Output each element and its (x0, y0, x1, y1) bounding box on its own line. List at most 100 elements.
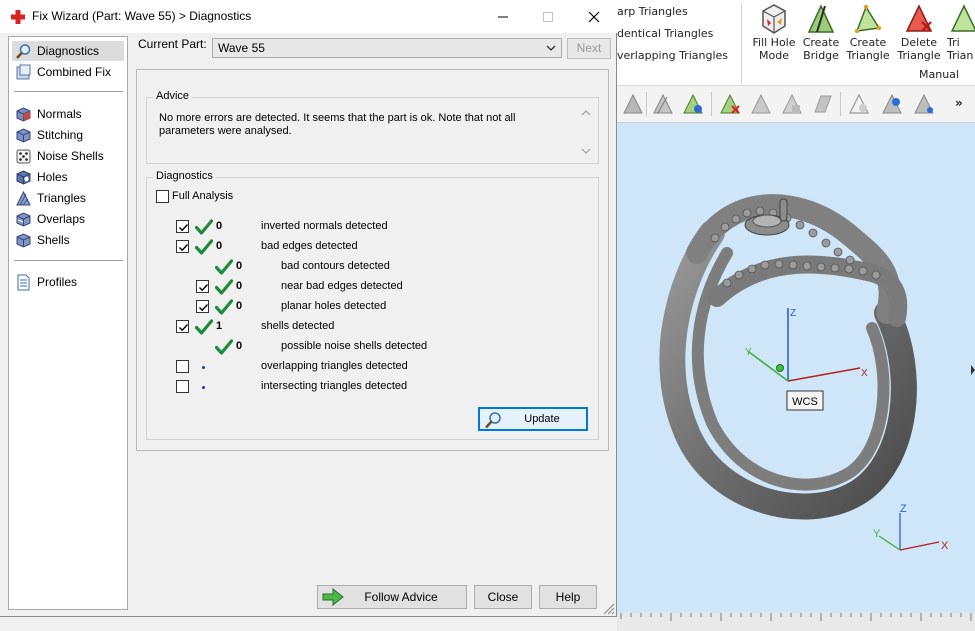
model-axis-x-label: X (861, 368, 868, 379)
triangle-tool-icon[interactable] (880, 92, 904, 116)
shells-checkbox[interactable] (176, 320, 189, 333)
full-analysis-checkbox[interactable] (156, 190, 169, 203)
fill-hole-mode-button[interactable]: Fill Hole Mode (749, 2, 799, 66)
close-window-button[interactable] (571, 0, 617, 33)
resize-grip-icon[interactable] (601, 601, 615, 615)
advice-scrollbar[interactable] (580, 108, 592, 156)
create-triangle-label2: Triangle (846, 49, 890, 62)
noise-shells-count: 0 (236, 340, 243, 352)
triangle-tool-icon[interactable] (651, 92, 675, 116)
advice-group-title: Advice (153, 90, 193, 102)
nav-item-holes[interactable]: Holes (12, 167, 124, 187)
nav-item-noise-shells[interactable]: Noise Shells (12, 146, 124, 166)
triangle-tool-icon[interactable] (749, 92, 773, 116)
nav-label: Shells (37, 233, 70, 247)
noise-shells-label: possible noise shells detected (281, 340, 428, 352)
create-triangle-button[interactable]: Create Triangle (843, 2, 893, 66)
overlapping-triangles-checkbox[interactable] (176, 360, 189, 373)
nav-label: Holes (37, 170, 68, 184)
triangle-tool-icon[interactable] (811, 92, 835, 116)
overlapping-triangles-label: overlapping triangles detected (261, 360, 408, 372)
bad-edges-checkbox[interactable] (176, 240, 189, 253)
title-bar[interactable]: Fix Wizard (Part: Wave 55) > Diagnostics (0, 0, 617, 33)
close-button[interactable]: Close (474, 585, 532, 609)
close-icon (588, 11, 600, 22)
toolbar-overflow-button[interactable]: » (955, 96, 963, 110)
ribbon-command-list: arp Triangles dentical Triangles verlapp… (617, 0, 742, 86)
cube-icon (16, 127, 31, 143)
checkmark-icon (179, 324, 189, 332)
toolbar-separator (840, 92, 841, 116)
triangle-tool-button[interactable]: Tri Trian (947, 2, 975, 66)
update-button[interactable]: Update (478, 407, 588, 431)
current-part-label: Current Part: (138, 37, 207, 51)
delete-triangle-icon (905, 4, 933, 32)
create-triangle-icon (854, 4, 882, 34)
bad-contours-label: bad contours detected (281, 260, 390, 272)
nav-item-triangles[interactable]: Triangles (12, 188, 124, 208)
checkmark-icon (199, 284, 209, 292)
green-check-icon (195, 219, 213, 235)
advice-group: Advice No more errors are detected. It s… (146, 90, 599, 164)
triangle-tool-icon[interactable] (780, 92, 804, 116)
cube-icon (16, 232, 31, 248)
shells-label: shells detected (261, 320, 335, 332)
current-part-select[interactable]: Wave 55 (212, 38, 562, 58)
ribbon-item-identical-triangles[interactable]: dentical Triangles (617, 25, 713, 43)
wcs-label: WCS (792, 396, 818, 408)
nav-item-overlaps[interactable]: Overlaps (12, 209, 124, 229)
triangle-icon (16, 190, 31, 205)
planar-holes-count: 0 (236, 300, 243, 312)
triangle-tool-icon (950, 4, 975, 32)
ribbon-item-sharp-triangles[interactable]: arp Triangles (617, 3, 688, 21)
bad-edges-label: bad edges detected (261, 240, 358, 252)
triangle-tool-icon[interactable] (621, 92, 645, 116)
triangle-tool-label2: Trian (947, 49, 974, 62)
nav-divider (14, 260, 123, 261)
cube-icon (16, 106, 31, 122)
not-analysed-dot-icon (202, 366, 205, 369)
next-button[interactable]: Next (567, 38, 611, 59)
nav-item-combined-fix[interactable]: Combined Fix (12, 62, 124, 82)
green-check-icon (195, 239, 213, 255)
nav-item-shells[interactable]: Shells (12, 230, 124, 250)
nav-item-profiles[interactable]: Profiles (12, 272, 124, 292)
maximize-icon (543, 11, 553, 22)
nav-item-normals[interactable]: Normals (12, 104, 124, 124)
dice-icon (16, 149, 31, 163)
ribbon-item-overlapping-triangles[interactable]: verlapping Triangles (617, 47, 728, 65)
create-bridge-label1: Create (802, 36, 840, 49)
ring-model: Z X Y WCS Z X Y (659, 194, 975, 552)
intersecting-triangles-label: intersecting triangles detected (261, 380, 408, 392)
diagnostics-group-title: Diagnostics (153, 170, 216, 182)
checkmark-icon (179, 224, 189, 232)
minimize-button[interactable] (480, 0, 526, 33)
triangle-tool-icon[interactable] (847, 92, 871, 116)
triangle-tool-icon[interactable] (681, 92, 705, 116)
green-check-icon (215, 299, 233, 315)
nav-item-stitching[interactable]: Stitching (12, 125, 124, 145)
nav-label: Stitching (37, 128, 84, 142)
fill-hole-label1: Fill Hole (752, 36, 796, 49)
follow-advice-label: Follow Advice (364, 590, 438, 604)
create-bridge-button[interactable]: Create Bridge (796, 2, 846, 66)
arrow-right-icon (322, 588, 344, 606)
nav-label: Profiles (37, 275, 78, 289)
near-bad-edges-checkbox[interactable] (196, 280, 209, 293)
delete-triangle-button[interactable]: Delete Triangle (894, 2, 944, 66)
follow-advice-button[interactable]: Follow Advice (317, 585, 467, 609)
triangle-tool-icon[interactable] (912, 92, 936, 116)
help-button[interactable]: Help (539, 585, 597, 609)
intersecting-triangles-checkbox[interactable] (176, 380, 189, 393)
fill-hole-icon (762, 4, 786, 34)
nav-item-diagnostics[interactable]: Diagnostics (12, 41, 124, 61)
full-analysis-label: Full Analysis (172, 190, 234, 202)
inverted-normals-checkbox[interactable] (176, 220, 189, 233)
bad-edges-count: 0 (216, 240, 223, 252)
triangle-tool-icon[interactable] (718, 92, 742, 116)
3d-viewport[interactable]: Z X Y WCS Z X Y (617, 123, 975, 631)
planar-holes-label: planar holes detected (281, 300, 387, 312)
planar-holes-checkbox[interactable] (196, 300, 209, 313)
delete-triangle-label2: Triangle (897, 49, 941, 62)
shells-count: 1 (216, 320, 223, 332)
